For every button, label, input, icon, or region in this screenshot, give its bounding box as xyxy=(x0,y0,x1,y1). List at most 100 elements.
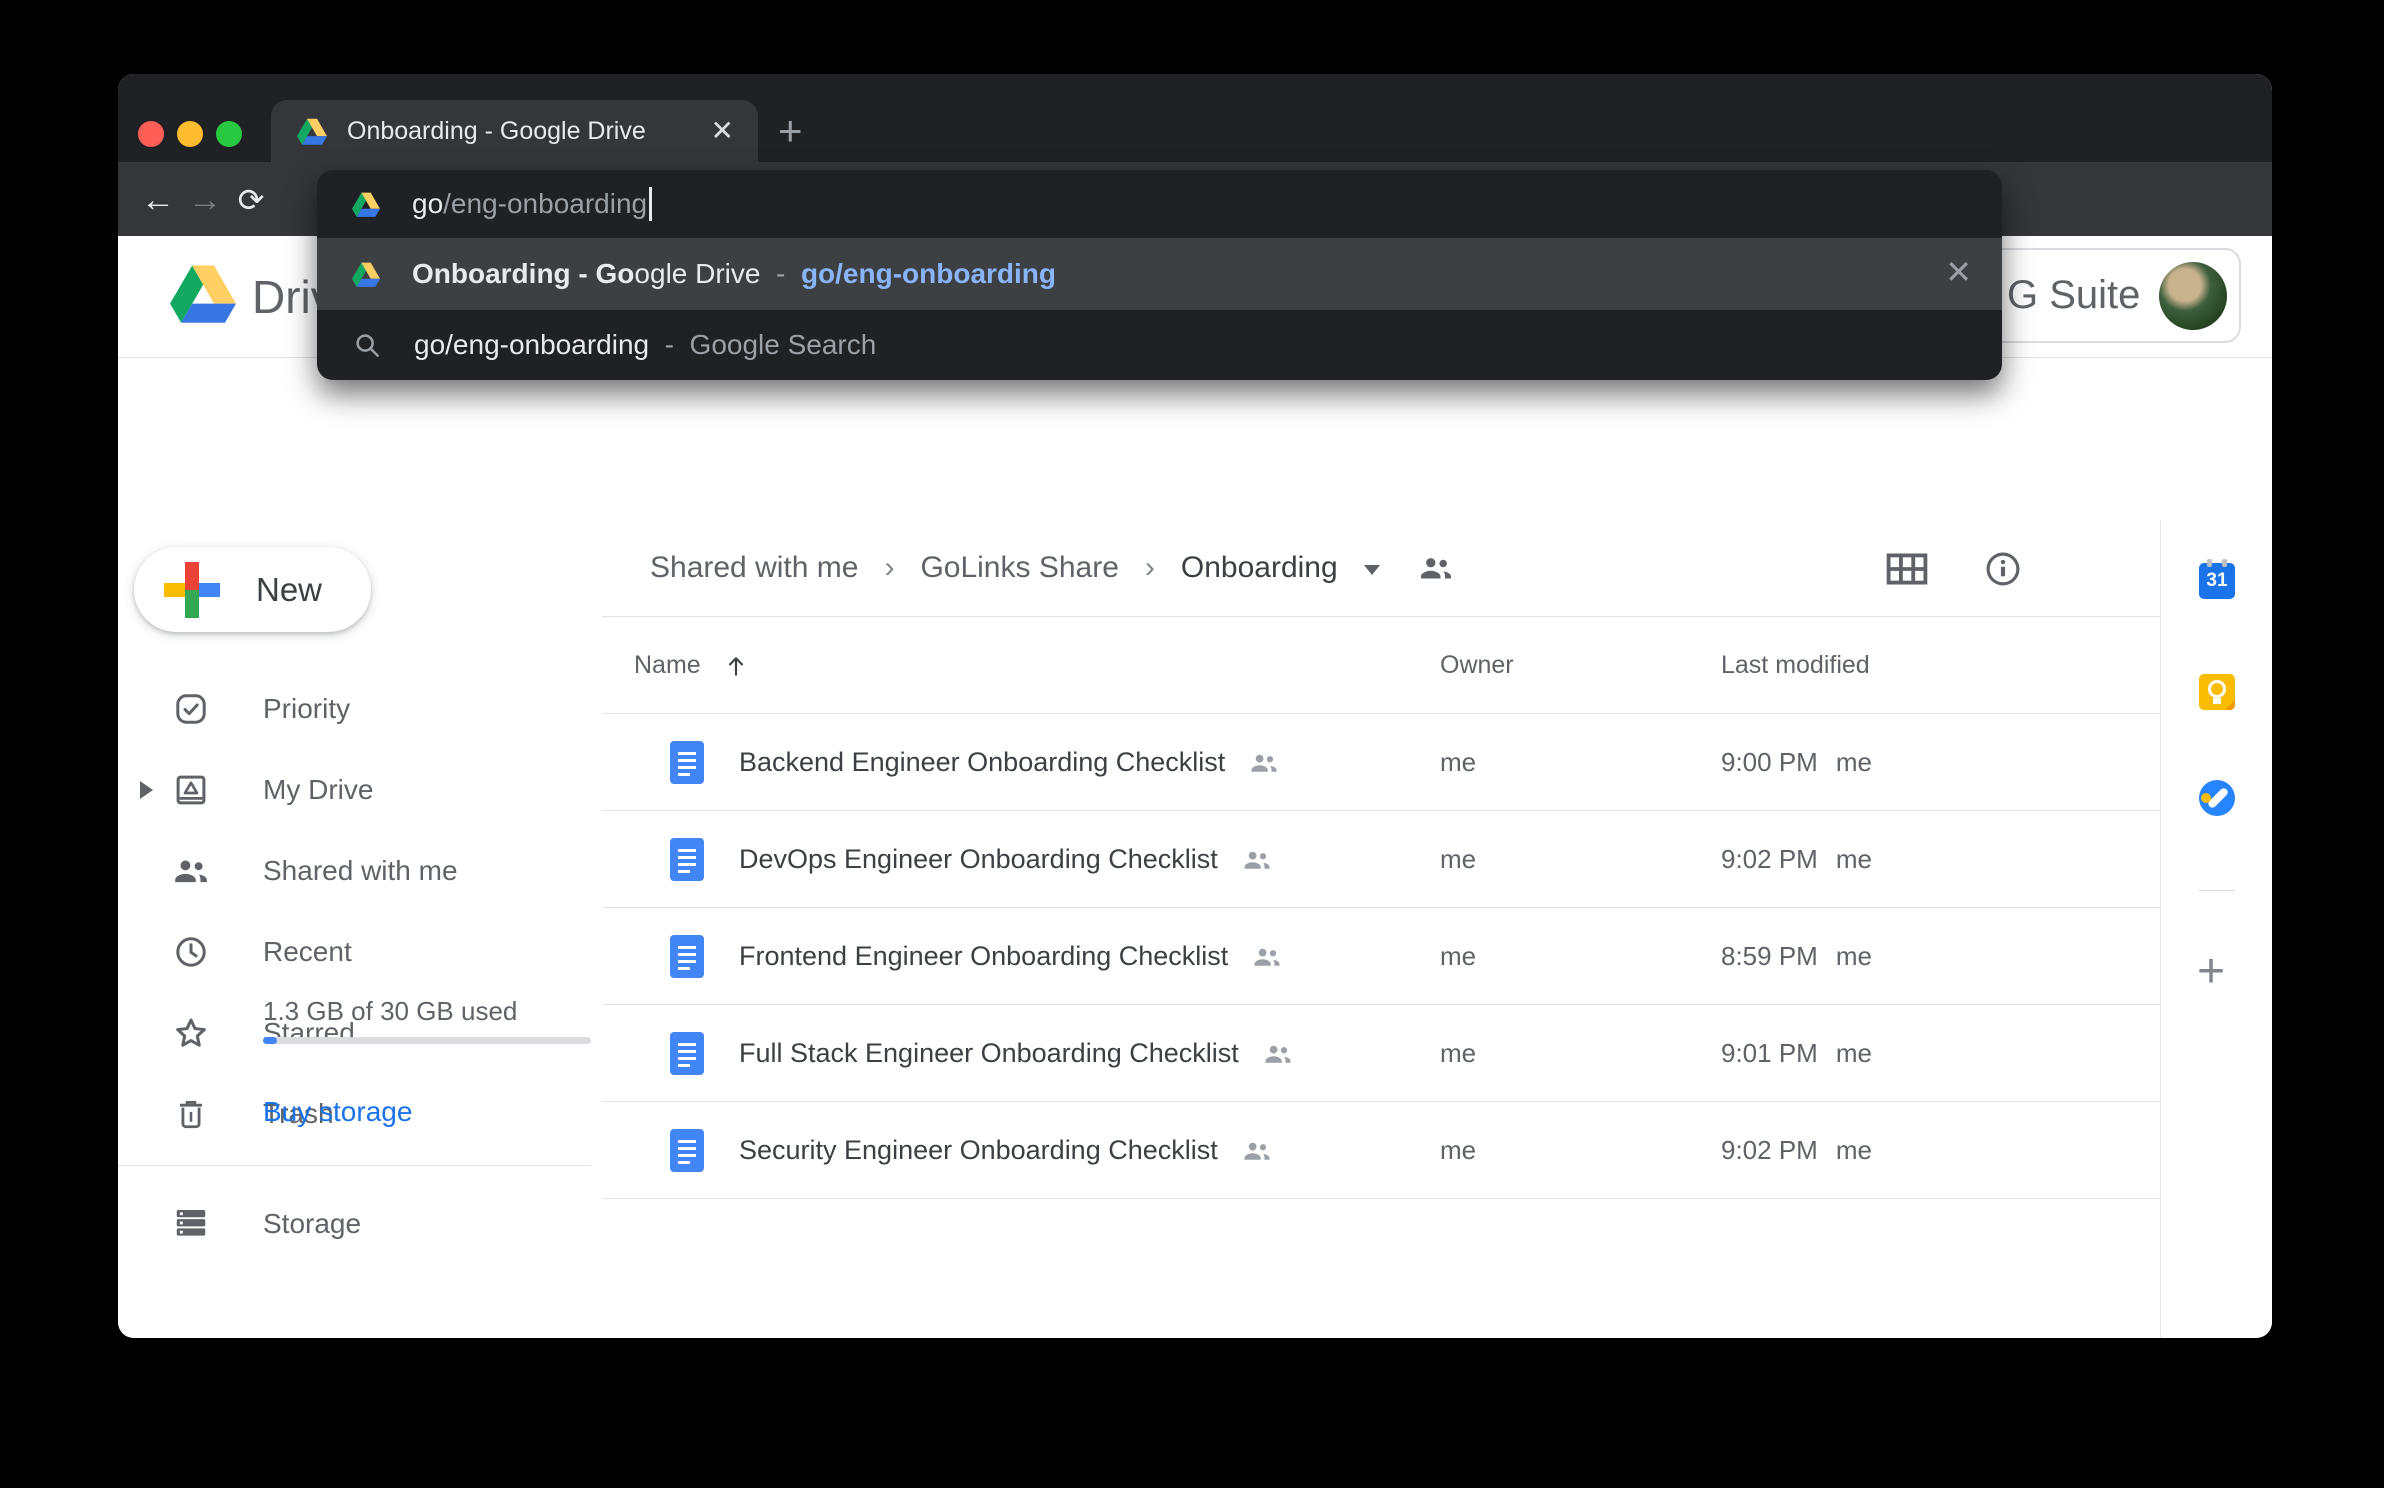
breadcrumb-shared-with-me[interactable]: Shared with me xyxy=(650,551,858,585)
sidebar-item-storage[interactable]: Storage xyxy=(118,1182,602,1262)
text-cursor xyxy=(649,187,652,221)
file-name-cell[interactable]: Backend Engineer Onboarding Checklist xyxy=(670,714,1279,811)
account-avatar[interactable] xyxy=(2159,262,2227,330)
side-panel-rail: 31 + › xyxy=(2160,520,2272,1338)
shared-people-icon xyxy=(1252,945,1282,969)
storage-progress-bar xyxy=(263,1037,591,1044)
shared-people-icon xyxy=(1263,1042,1293,1066)
tab-title: Onboarding - Google Drive xyxy=(347,117,711,146)
back-button[interactable]: ← xyxy=(136,180,180,220)
shared-people-icon xyxy=(1249,751,1279,775)
file-name-cell[interactable]: DevOps Engineer Onboarding Checklist xyxy=(670,811,1272,908)
file-modified-cell: 9:01 PMme xyxy=(1721,1005,1872,1102)
star-icon xyxy=(172,1014,210,1052)
table-row[interactable]: Frontend Engineer Onboarding Checklist m… xyxy=(602,908,2160,1005)
sidebar-item-shared-with-me[interactable]: Shared with me xyxy=(118,830,602,911)
drive-sidebar: New Priority My Drive Shared with me Rec… xyxy=(118,520,602,1338)
browser-tabbar: Onboarding - Google Drive ✕ + xyxy=(118,74,2272,162)
table-row[interactable]: Full Stack Engineer Onboarding Checklist… xyxy=(602,1005,2160,1102)
file-name: DevOps Engineer Onboarding Checklist xyxy=(739,844,1218,875)
clock-icon xyxy=(172,933,210,971)
gsuite-account-box: G Suite xyxy=(1975,248,2241,343)
omnibox-input[interactable]: go/eng-onboarding xyxy=(412,187,652,221)
expand-arrow-icon[interactable] xyxy=(140,781,153,799)
file-name: Security Engineer Onboarding Checklist xyxy=(739,1135,1218,1166)
sidebar-item-my-drive[interactable]: My Drive xyxy=(118,749,602,830)
file-owner-cell: me xyxy=(1440,1102,1476,1199)
suggestion-text: go/eng-onboarding - Google Search xyxy=(414,329,876,361)
file-owner-cell: me xyxy=(1440,714,1476,811)
google-docs-icon xyxy=(670,935,704,978)
file-table-header: Name Owner Last modified xyxy=(602,617,2160,714)
drive-main: Shared with me › GoLinks Share › Onboard… xyxy=(602,520,2160,1338)
suggestion-google-search[interactable]: go/eng-onboarding - Google Search xyxy=(317,310,2002,380)
search-icon xyxy=(352,330,382,360)
trash-icon xyxy=(172,1095,210,1133)
sidebar-item-priority[interactable]: Priority xyxy=(118,668,602,749)
reload-button[interactable]: ⟳ xyxy=(229,180,273,220)
sidebar-divider xyxy=(118,1165,591,1166)
storage-usage-text: 1.3 GB of 30 GB used xyxy=(263,996,517,1027)
breadcrumb-onboarding[interactable]: Onboarding xyxy=(1181,551,1338,585)
file-name-cell[interactable]: Full Stack Engineer Onboarding Checklist xyxy=(670,1005,1293,1102)
gsuite-label: G Suite xyxy=(2007,273,2140,318)
drive-favicon xyxy=(352,192,380,217)
plus-icon xyxy=(164,562,220,618)
file-modified-cell: 9:02 PMme xyxy=(1721,811,1872,908)
sidebar-item-label: My Drive xyxy=(263,774,373,806)
new-button[interactable]: New xyxy=(134,547,371,632)
file-name: Frontend Engineer Onboarding Checklist xyxy=(739,941,1228,972)
sidebar-item-recent[interactable]: Recent xyxy=(118,911,602,992)
shared-folder-people-icon xyxy=(1418,553,1454,583)
zoom-window-button[interactable] xyxy=(216,121,242,147)
add-side-panel-app-icon[interactable]: + xyxy=(2197,944,2225,999)
my-drive-icon xyxy=(172,771,210,809)
new-tab-button[interactable]: + xyxy=(778,114,803,148)
sidebar-item-label: Priority xyxy=(263,693,350,725)
table-row[interactable]: Backend Engineer Onboarding Checklist me… xyxy=(602,714,2160,811)
file-name-cell[interactable]: Frontend Engineer Onboarding Checklist xyxy=(670,908,1282,1005)
folder-menu-caret-icon[interactable] xyxy=(1364,565,1380,575)
sidebar-nav: Priority My Drive Shared with me Recent … xyxy=(118,668,602,1154)
omnibox-completion-text: /eng-onboarding xyxy=(443,188,647,220)
file-modified-cell: 8:59 PMme xyxy=(1721,908,1872,1005)
tab-close-icon[interactable]: ✕ xyxy=(711,117,734,145)
omnibox-typed-text: go xyxy=(412,188,443,220)
suggestion-drive-result[interactable]: Onboarding - Google Drive - go/eng-onboa… xyxy=(317,238,2002,310)
drive-favicon xyxy=(297,118,327,145)
file-list: Backend Engineer Onboarding Checklist me… xyxy=(602,714,2160,1199)
column-header-last-modified[interactable]: Last modified xyxy=(1721,617,1870,714)
breadcrumb-golinks-share[interactable]: GoLinks Share xyxy=(920,551,1118,585)
browser-tab[interactable]: Onboarding - Google Drive ✕ xyxy=(271,100,758,162)
file-modified-cell: 9:02 PMme xyxy=(1721,1102,1872,1199)
omnibox[interactable]: go/eng-onboarding xyxy=(317,170,2002,238)
google-docs-icon xyxy=(670,1032,704,1075)
view-actions xyxy=(1886,520,2022,617)
keep-icon[interactable] xyxy=(2199,674,2235,710)
info-icon[interactable] xyxy=(1984,550,2022,588)
drive-page: Drive G Suite New Priority My Drive xyxy=(118,236,2272,1338)
sidebar-item-label: Shared with me xyxy=(263,855,458,887)
suggestion-text: Onboarding - Google Drive - go/eng-onboa… xyxy=(412,258,1056,290)
table-row[interactable]: DevOps Engineer Onboarding Checklist me … xyxy=(602,811,2160,908)
file-name-cell[interactable]: Security Engineer Onboarding Checklist xyxy=(670,1102,1272,1199)
buy-storage-link[interactable]: Buy storage xyxy=(263,1096,412,1128)
close-window-button[interactable] xyxy=(138,121,164,147)
storage-progress-fill xyxy=(263,1037,277,1044)
tasks-icon[interactable] xyxy=(2199,780,2235,816)
calendar-icon[interactable]: 31 xyxy=(2199,563,2235,599)
shared-people-icon xyxy=(1242,1139,1272,1163)
rail-divider xyxy=(2199,890,2235,891)
breadcrumb-bar: Shared with me › GoLinks Share › Onboard… xyxy=(602,520,2160,617)
file-name: Backend Engineer Onboarding Checklist xyxy=(739,747,1225,778)
sort-ascending-icon[interactable] xyxy=(723,653,749,679)
table-row[interactable]: Security Engineer Onboarding Checklist m… xyxy=(602,1102,2160,1199)
grid-view-icon[interactable] xyxy=(1886,553,1928,585)
column-header-owner[interactable]: Owner xyxy=(1440,617,1514,714)
minimize-window-button[interactable] xyxy=(177,121,203,147)
drive-logo-icon[interactable] xyxy=(170,264,236,323)
column-header-name[interactable]: Name xyxy=(634,617,749,714)
storage-label: Storage xyxy=(263,1208,361,1240)
omnibox-dropdown: go/eng-onboarding Onboarding - Google Dr… xyxy=(317,170,2002,380)
remove-suggestion-icon[interactable]: ✕ xyxy=(1945,256,1972,288)
